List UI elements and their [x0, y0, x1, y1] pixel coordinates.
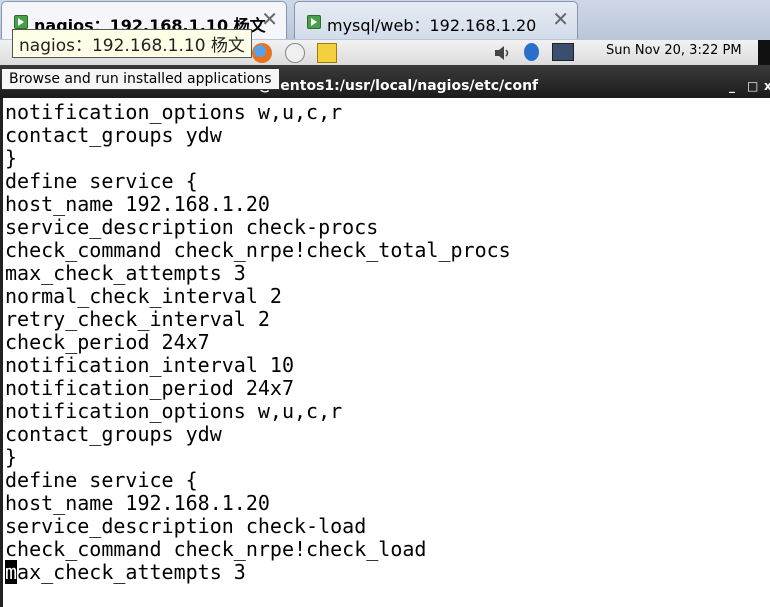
- clock[interactable]: Sun Nov 20, 3:22 PM: [606, 43, 742, 58]
- terminal-line: host_name 192.168.1.20: [5, 192, 270, 216]
- terminal-line: define service {: [5, 468, 198, 492]
- close-icon[interactable]: ✕: [261, 9, 278, 29]
- window-title: @centos1:/usr/local/nagios/etc/conf: [258, 78, 539, 94]
- terminal-line: notification_interval 10: [5, 353, 294, 377]
- panel-edge: [758, 40, 770, 65]
- terminal-line: }: [5, 146, 18, 170]
- maximize-button[interactable]: □: [747, 79, 758, 93]
- minimize-button[interactable]: _: [729, 79, 735, 93]
- network-icon[interactable]: [552, 43, 574, 61]
- tab-tooltip: nagios：192.168.1.10 杨文: [12, 29, 252, 58]
- terminal-line-rest: ax_check_attempts 3: [17, 560, 246, 584]
- terminal-line: contact_groups ydw: [5, 123, 222, 147]
- bluetooth-icon[interactable]: [524, 43, 539, 61]
- mail-icon[interactable]: [285, 43, 305, 63]
- terminal-line: check_command check_nrpe!check_total_pro…: [5, 238, 511, 262]
- terminal-line: service_description check-load: [5, 514, 367, 538]
- terminal-line: service_description check-procs: [5, 215, 379, 239]
- notes-icon[interactable]: [317, 43, 337, 63]
- close-button[interactable]: x: [764, 79, 770, 93]
- firefox-icon[interactable]: [252, 43, 272, 63]
- tab-title: mysql/web：192.168.1.20: [327, 16, 537, 35]
- console-icon: [14, 15, 28, 29]
- terminal-cursor-line[interactable]: max_check_attempts 3: [5, 560, 511, 584]
- terminal-output[interactable]: notification_options w,u,c,r contact_gro…: [0, 98, 770, 607]
- terminal-line: define service {: [5, 169, 198, 193]
- console-icon: [307, 15, 321, 29]
- close-icon[interactable]: ✕: [552, 9, 569, 29]
- volume-icon[interactable]: [492, 43, 512, 63]
- text-cursor: m: [5, 560, 18, 584]
- terminal-line: host_name 192.168.1.20: [5, 491, 270, 515]
- terminal-line: }: [5, 445, 18, 469]
- tab-mysql-web[interactable]: mysql/web：192.168.1.20 ✕: [294, 1, 578, 39]
- terminal-line: check_period 24x7: [5, 330, 210, 354]
- terminal-line: max_check_attempts 3: [5, 261, 246, 285]
- terminal-line: check_command check_nrpe!check_load: [5, 537, 427, 561]
- terminal-line: normal_check_interval 2: [5, 284, 282, 308]
- terminal-line: contact_groups ydw: [5, 422, 222, 446]
- applications-tooltip: Browse and run installed applications: [1, 68, 280, 90]
- terminal-lines: notification_options w,u,c,r contact_gro…: [5, 101, 511, 584]
- terminal-line: retry_check_interval 2: [5, 307, 270, 331]
- terminal-line: notification_period 24x7: [5, 376, 294, 400]
- terminal-line: notification_options w,u,c,r: [5, 100, 343, 124]
- terminal-line: notification_options w,u,c,r: [5, 399, 343, 423]
